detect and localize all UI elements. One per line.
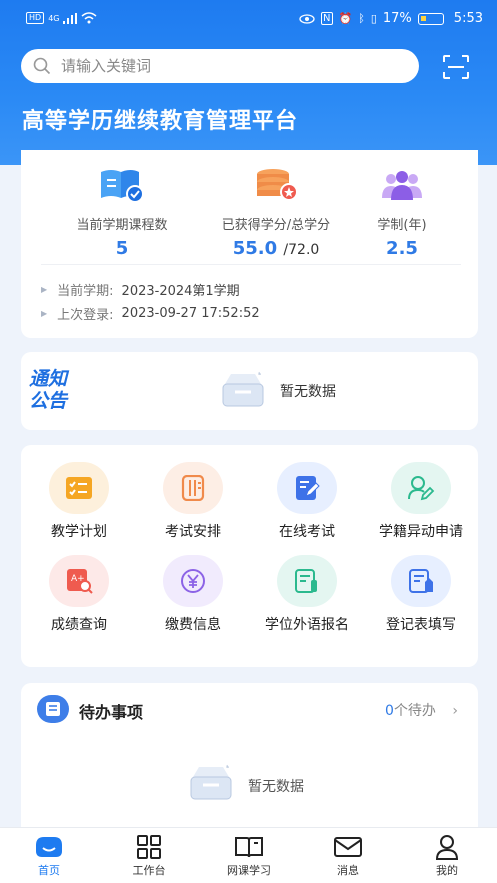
- notice-empty-text: 暂无数据: [280, 384, 336, 400]
- wifi-icon: [81, 12, 97, 24]
- menu-registration-form[interactable]: 登记表填写: [366, 555, 476, 634]
- stat-duration[interactable]: 学制(年) 2.5: [327, 168, 477, 259]
- last-login-row: ▶ 上次登录: 2023-09-27 17:52:52: [41, 306, 260, 323]
- menu-label: 在线考试: [279, 524, 335, 540]
- notice-card[interactable]: 通知 公告 暂无数据: [21, 352, 478, 430]
- todo-title: 待办事项: [79, 703, 144, 722]
- menu-online-exam[interactable]: 在线考试: [252, 462, 362, 541]
- menu-status-change[interactable]: 学籍异动申请: [366, 462, 476, 541]
- battery-percent: 17%: [382, 11, 412, 26]
- menu-label: 学位外语报名: [265, 617, 349, 633]
- tab-label: 消息: [337, 864, 359, 877]
- user-icon: [435, 835, 459, 860]
- bullet-icon: ▶: [41, 309, 48, 318]
- tab-label: 我的: [436, 864, 458, 877]
- search-input[interactable]: [61, 57, 381, 75]
- stat-value: 5: [115, 238, 129, 259]
- ruler-icon: [163, 462, 223, 514]
- menu-score-query[interactable]: A+ 成绩查询: [24, 555, 134, 634]
- nfc-icon: N: [321, 12, 333, 25]
- yen-icon: [163, 555, 223, 607]
- menu-label: 成绩查询: [51, 617, 107, 633]
- bottom-tab-bar: 首页 工作台 网课学习 消息 我的: [0, 827, 497, 883]
- register-form-icon: [391, 555, 451, 607]
- tab-messages[interactable]: 消息: [308, 832, 388, 878]
- grid-icon: [137, 835, 161, 859]
- todo-count: 0: [385, 703, 394, 719]
- search-icon: [33, 57, 51, 75]
- menu-label: 学籍异动申请: [379, 524, 463, 540]
- todo-empty-text: 暂无数据: [248, 779, 304, 795]
- battery-icon: [417, 12, 444, 25]
- tab-workbench[interactable]: 工作台: [109, 832, 189, 878]
- menu-payment-info[interactable]: 缴费信息: [138, 555, 248, 634]
- menu-exam-schedule[interactable]: 考试安排: [138, 462, 248, 541]
- stat-label: 学制(年): [377, 218, 427, 233]
- notice-badge: 通知 公告: [29, 368, 68, 412]
- score-search-icon: A+: [49, 555, 109, 607]
- coin-stack-icon: [257, 169, 298, 201]
- checklist-icon: [49, 462, 109, 514]
- tab-label: 工作台: [132, 864, 166, 877]
- signal-icon: [63, 12, 78, 24]
- menu-degree-language[interactable]: 学位外语报名: [252, 555, 362, 634]
- chevron-right-icon: ›: [452, 703, 458, 719]
- tab-profile[interactable]: 我的: [407, 832, 487, 878]
- platform-title: 高等学历继续教育管理平台: [22, 109, 299, 134]
- eye-icon: [299, 13, 315, 24]
- empty-box-icon: [222, 371, 264, 407]
- menu-label: 教学计划: [51, 524, 107, 540]
- bluetooth-icon: ᛒ: [358, 12, 365, 25]
- stats-card: 当前学期课程数 5 已获得学分/总学分 55.0 /72.0 学制(年) 2.5: [21, 150, 478, 338]
- scan-icon[interactable]: [442, 54, 470, 80]
- vibrate-icon: ▯: [370, 12, 377, 25]
- todo-card: 待办事项 0个待办 › 暂无数据: [21, 683, 478, 833]
- alarm-icon: ⏰: [338, 12, 353, 25]
- people-icon: [382, 171, 422, 200]
- menu-label: 登记表填写: [386, 617, 456, 633]
- tab-label: 网课学习: [227, 864, 271, 877]
- empty-box-icon: [190, 764, 232, 800]
- todo-count-link[interactable]: 0个待办 ›: [385, 700, 458, 720]
- current-term-row: ▶ 当前学期: 2023-2024第1学期: [41, 284, 240, 299]
- tab-label: 首页: [38, 864, 60, 877]
- book-icon: [235, 837, 263, 858]
- stat-value: 2.5: [386, 238, 418, 259]
- course-book-icon: [101, 170, 144, 203]
- function-grid: 教学计划 考试安排 在线考试 学籍异动申请 A+ 成绩查询 缴费信息 学位外语报…: [21, 445, 478, 667]
- user-edit-icon: [391, 462, 451, 514]
- tab-online-course[interactable]: 网课学习: [209, 832, 289, 878]
- form-icon: [277, 555, 337, 607]
- clock-time: 5:53: [453, 11, 483, 26]
- divider: [41, 264, 461, 265]
- bullet-icon: ▶: [41, 285, 48, 294]
- stat-course-count[interactable]: 当前学期课程数 5: [47, 168, 197, 259]
- tab-home[interactable]: 首页: [9, 832, 89, 878]
- edit-doc-icon: [277, 462, 337, 514]
- status-bar: HD 4G N ⏰ ᛒ ▯ 17% 5:53: [0, 0, 497, 40]
- menu-label: 缴费信息: [165, 617, 221, 633]
- signal-type: 4G: [48, 13, 60, 23]
- search-bar[interactable]: [21, 49, 419, 83]
- network-badge: HD: [26, 12, 45, 24]
- menu-teaching-plan[interactable]: 教学计划: [24, 462, 134, 541]
- stat-label: 当前学期课程数: [76, 218, 168, 233]
- mail-icon: [334, 837, 362, 857]
- menu-label: 考试安排: [165, 524, 221, 540]
- todo-list-icon: [37, 695, 69, 723]
- home-icon: [36, 837, 62, 857]
